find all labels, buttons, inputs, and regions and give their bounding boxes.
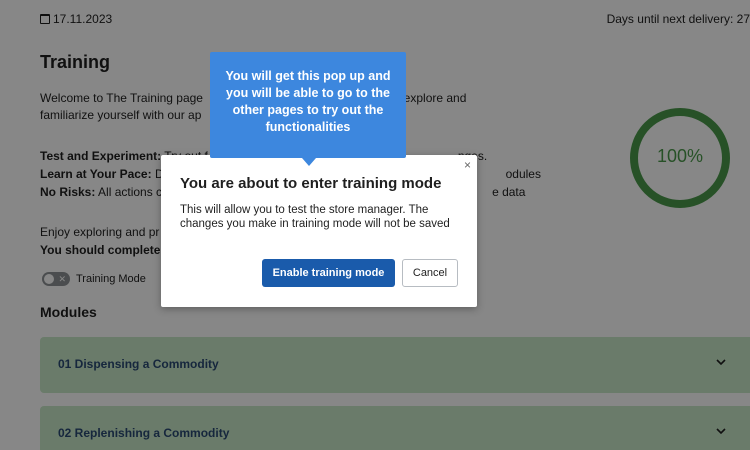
training-mode-dialog: × You are about to enter training mode T… bbox=[161, 155, 477, 307]
dialog-body: This will allow you to test the store ma… bbox=[180, 204, 450, 230]
enable-training-mode-button[interactable]: Enable training mode bbox=[262, 259, 395, 287]
cancel-button[interactable]: Cancel bbox=[402, 259, 458, 287]
training-page: 17.11.2023 Days until next delivery: 27 … bbox=[0, 0, 750, 450]
tooltip-arrow bbox=[302, 158, 316, 166]
onboarding-tooltip: You will get this pop up and you will be… bbox=[210, 52, 406, 158]
close-icon[interactable]: × bbox=[464, 158, 471, 172]
dialog-title: You are about to enter training mode bbox=[180, 175, 442, 192]
